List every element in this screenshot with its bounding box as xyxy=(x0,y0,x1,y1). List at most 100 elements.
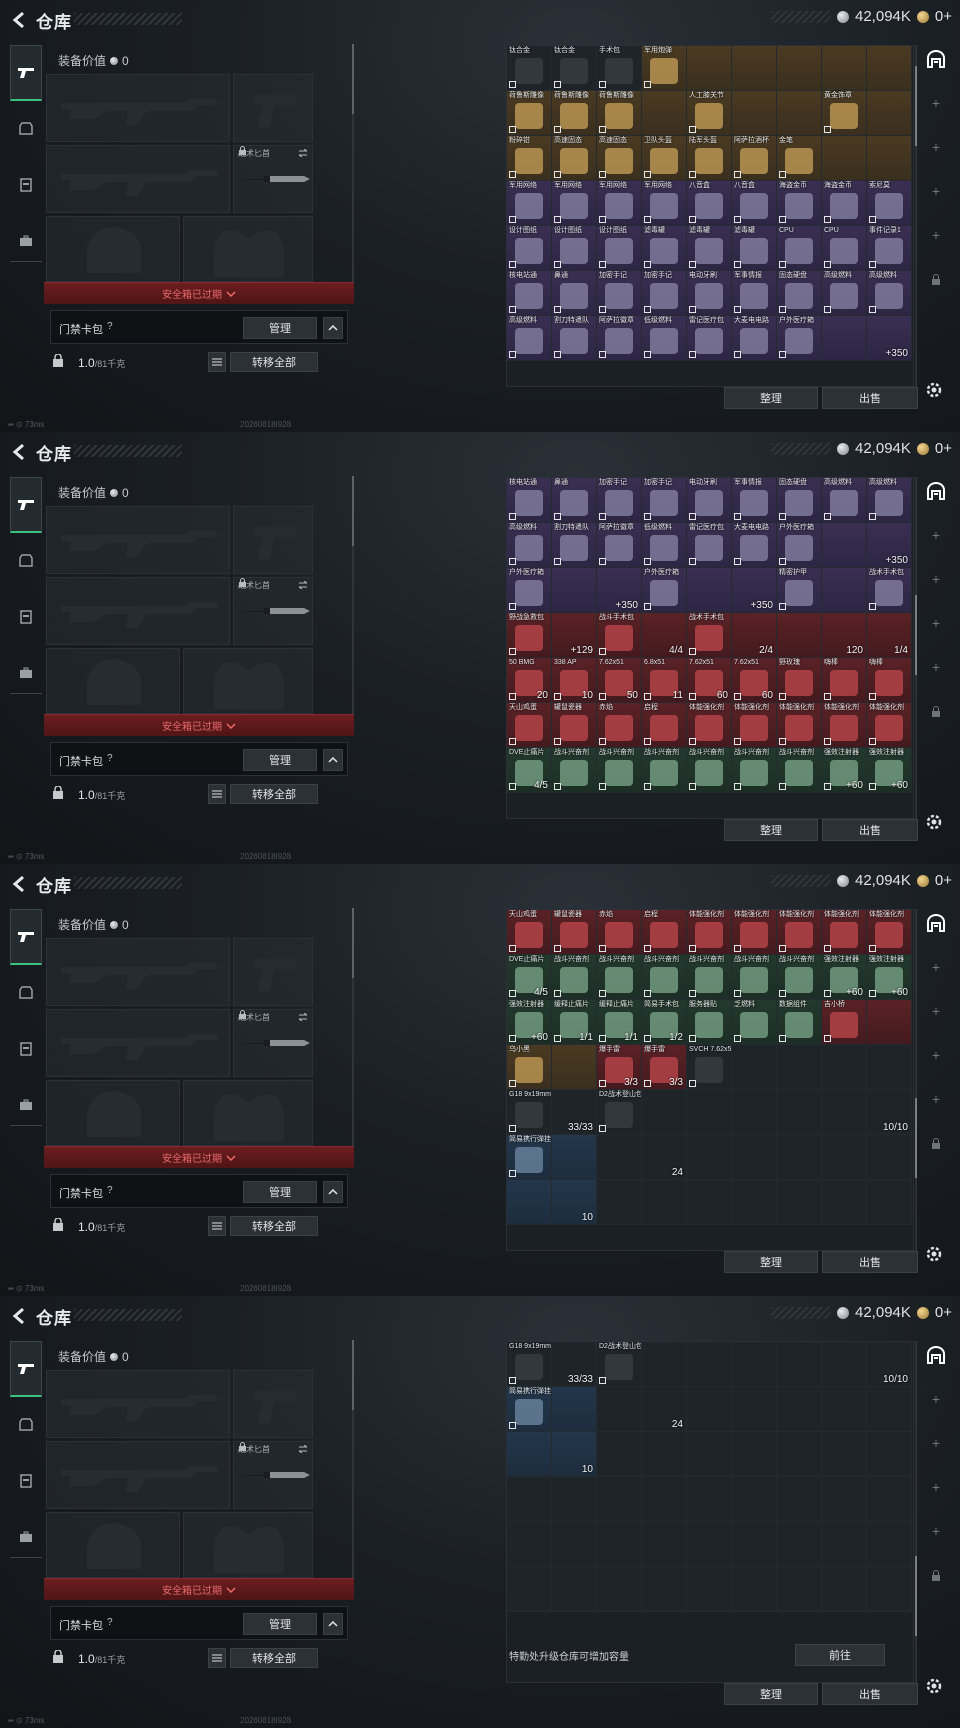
stash-item-cell[interactable] xyxy=(777,1045,822,1090)
stash-item-cell[interactable] xyxy=(687,1090,732,1135)
stash-item-cell[interactable]: 高级燃料 xyxy=(822,478,867,523)
stash-item-cell[interactable]: 阿萨拉酒杯 xyxy=(732,136,777,181)
stash-item-cell[interactable] xyxy=(552,1045,597,1090)
premium-value[interactable]: 0+ xyxy=(935,440,952,457)
stash-item-cell[interactable] xyxy=(642,1567,687,1612)
helmet-slot[interactable] xyxy=(46,1080,180,1146)
stash-item-cell[interactable] xyxy=(777,1567,822,1612)
stash-item-cell[interactable] xyxy=(597,1567,642,1612)
stash-item-cell[interactable]: 乌小黑 xyxy=(507,1045,552,1090)
stash-item-cell[interactable]: 设计图纸 xyxy=(552,226,597,271)
stash-item-cell[interactable] xyxy=(552,568,597,613)
stash-item-cell[interactable]: 338 AP 10 xyxy=(552,658,597,703)
list-view-button[interactable] xyxy=(208,352,226,372)
stash-item-cell[interactable]: 高级燃料 xyxy=(822,271,867,316)
rail-add-3[interactable]: + xyxy=(922,177,950,205)
stash-item-cell[interactable] xyxy=(552,1567,597,1612)
transfer-all-button[interactable]: 转移全部 xyxy=(230,1216,318,1236)
stash-item-cell[interactable] xyxy=(777,1522,822,1567)
stash-item-cell[interactable] xyxy=(642,1342,687,1387)
gear-icon[interactable] xyxy=(924,380,944,400)
stash-item-cell[interactable] xyxy=(732,1567,777,1612)
stash-item-cell[interactable]: 陆军头盔 xyxy=(687,136,732,181)
rail-add-4[interactable]: + xyxy=(922,653,950,681)
stash-item-cell[interactable]: 大麦电电路 xyxy=(732,316,777,361)
tab-vest[interactable] xyxy=(10,589,42,645)
stash-item-cell[interactable]: CPU xyxy=(777,226,822,271)
stash-item-cell[interactable] xyxy=(687,1180,732,1225)
swap-icon[interactable] xyxy=(298,1013,308,1021)
stash-item-cell[interactable] xyxy=(507,1180,552,1225)
stash-item-cell[interactable] xyxy=(507,1567,552,1612)
stash-item-cell[interactable]: 固态硬盘 xyxy=(777,478,822,523)
stash-item-cell[interactable]: 战斗兴奋剂 xyxy=(732,955,777,1000)
armor-slot[interactable] xyxy=(183,1512,313,1578)
stash-item-cell[interactable] xyxy=(597,1180,642,1225)
stash-item-cell[interactable]: 高速固态 xyxy=(552,136,597,181)
stash-item-cell[interactable]: DVE止痛片 4/5 xyxy=(507,955,552,1000)
stash-item-cell[interactable]: 简易携行弹挂 xyxy=(507,1387,552,1432)
stash-item-cell[interactable] xyxy=(507,1477,552,1522)
stash-item-cell[interactable]: 2/4 xyxy=(732,613,777,658)
stash-item-cell[interactable]: +350 xyxy=(867,316,912,361)
back-arrow-icon[interactable] xyxy=(10,874,30,894)
rail-add-2[interactable]: + xyxy=(922,1429,950,1457)
swap-icon[interactable] xyxy=(298,1445,308,1453)
stash-item-cell[interactable]: DVE止痛片 4/5 xyxy=(507,748,552,793)
stash-item-cell[interactable] xyxy=(867,1045,912,1090)
stash-item-cell[interactable]: 强效注射器 +60 xyxy=(867,955,912,1000)
armor-slot[interactable] xyxy=(183,216,313,282)
stash-item-cell[interactable]: 钛合金 xyxy=(507,46,552,91)
stash-item-cell[interactable]: 战术手术包 xyxy=(687,613,732,658)
stash-item-cell[interactable]: 固态硬盘 xyxy=(777,271,822,316)
stash-item-cell[interactable]: 海盗金币 xyxy=(777,181,822,226)
stash-item-cell[interactable]: 嗨棒 xyxy=(822,658,867,703)
sell-button[interactable]: 出售 xyxy=(822,819,918,841)
stash-item-cell[interactable]: 赤焰 xyxy=(597,910,642,955)
stash-item-cell[interactable]: 手术包 xyxy=(597,46,642,91)
equipment-scroll-thumb[interactable] xyxy=(352,476,354,546)
stash-item-cell[interactable] xyxy=(687,1135,732,1180)
stash-item-cell[interactable] xyxy=(552,1522,597,1567)
stash-item-cell[interactable]: 人工膝关节 xyxy=(687,91,732,136)
stash-item-cell[interactable]: 1/4 xyxy=(867,613,912,658)
stash-item-cell[interactable] xyxy=(687,1567,732,1612)
stash-scroll-thumb[interactable] xyxy=(915,65,917,146)
primary-weapon-slot[interactable] xyxy=(46,74,230,142)
stash-item-cell[interactable]: 设计图纸 xyxy=(597,226,642,271)
stash-item-cell[interactable] xyxy=(597,1432,642,1477)
helmet-slot[interactable] xyxy=(46,648,180,714)
equipment-scroll-thumb[interactable] xyxy=(352,908,354,978)
stash-item-cell[interactable] xyxy=(597,1477,642,1522)
stash-item-cell[interactable] xyxy=(732,1342,777,1387)
transfer-all-button[interactable]: 转移全部 xyxy=(230,784,318,804)
stash-item-cell[interactable] xyxy=(642,1180,687,1225)
stash-item-cell[interactable]: 滤毒罐 xyxy=(732,226,777,271)
stash-item-cell[interactable] xyxy=(732,1522,777,1567)
help-icon[interactable]: ? xyxy=(107,321,113,332)
stash-item-cell[interactable]: D2战术登山包 xyxy=(597,1342,642,1387)
stash-item-cell[interactable] xyxy=(777,613,822,658)
stash-item-cell[interactable]: G18 9x19mm xyxy=(507,1342,552,1387)
premium-value[interactable]: 0+ xyxy=(935,1304,952,1321)
stash-item-cell[interactable] xyxy=(867,1567,912,1612)
stash-item-cell[interactable]: 4/4 xyxy=(642,613,687,658)
stash-item-cell[interactable] xyxy=(867,91,912,136)
stash-item-cell[interactable] xyxy=(822,46,867,91)
stash-item-cell[interactable] xyxy=(822,136,867,181)
stash-item-cell[interactable] xyxy=(822,1090,867,1135)
stash-item-cell[interactable] xyxy=(642,1432,687,1477)
manage-button[interactable]: 管理 xyxy=(243,1181,317,1203)
stash-item-cell[interactable]: 6.8x51 11 xyxy=(642,658,687,703)
stash-item-cell[interactable]: 精密护甲 xyxy=(777,568,822,613)
transfer-all-button[interactable]: 转移全部 xyxy=(230,352,318,372)
stash-item-cell[interactable] xyxy=(642,1090,687,1135)
stash-item-cell[interactable]: 启程 xyxy=(642,703,687,748)
stash-item-cell[interactable]: 吉小桥 xyxy=(822,1000,867,1045)
stash-item-cell[interactable]: 高级燃料 xyxy=(867,271,912,316)
secondary-weapon-slot[interactable] xyxy=(46,1441,230,1509)
stash-item-cell[interactable] xyxy=(597,1522,642,1567)
stash-item-cell[interactable]: 10 xyxy=(552,1432,597,1477)
stash-item-cell[interactable] xyxy=(867,46,912,91)
stash-item-cell[interactable] xyxy=(822,1432,867,1477)
